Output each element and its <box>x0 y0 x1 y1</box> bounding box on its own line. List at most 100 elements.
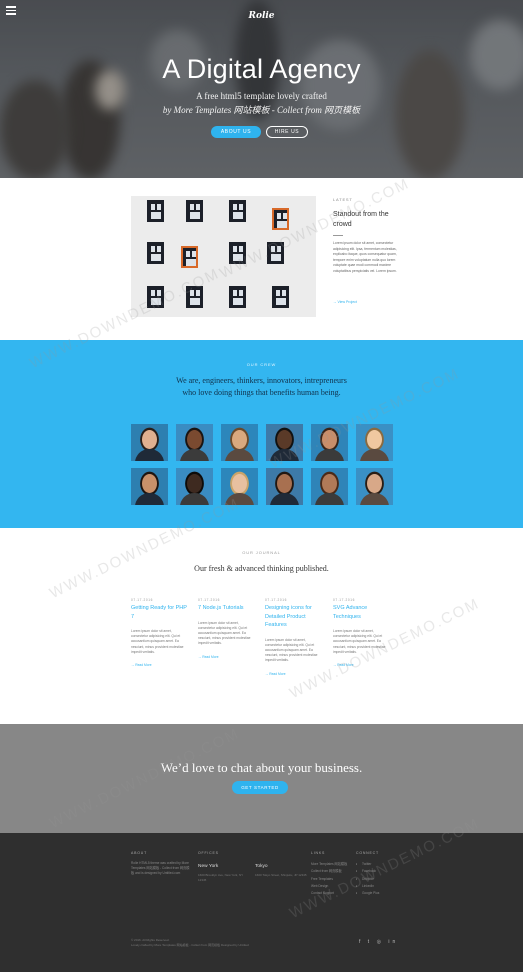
portrait-shoulders-shape <box>135 449 164 461</box>
post-title[interactable]: Designing icons for Detailed Product Fea… <box>265 604 323 630</box>
copyright-line: Lovely crafted by More Templates 网站模板 - … <box>131 943 249 947</box>
contact-band: We’d love to chat about your business. G… <box>0 724 523 833</box>
portrait-face-shape <box>187 474 202 493</box>
footer-offices-2: Tokyo 1600 Tokyo Street, Shinjuku, JP 12… <box>255 851 307 878</box>
footer-link[interactable]: More Templates 网站模板 <box>311 861 351 868</box>
read-more-link[interactable]: → Read More <box>131 663 189 667</box>
read-more-link[interactable]: → Read More <box>198 655 256 659</box>
portrait-face-shape <box>367 430 382 449</box>
crew-member-photo <box>131 424 168 461</box>
post-title[interactable]: Getting Ready for PHP 7 <box>131 604 189 621</box>
portrait-shoulders-shape <box>315 449 344 461</box>
social-label: Facebook <box>362 869 376 874</box>
hero-overlay <box>0 0 523 178</box>
post-date: 07.17.2016 <box>333 598 355 602</box>
site-logo[interactable]: Rolie <box>0 11 523 21</box>
window-shape <box>229 242 246 264</box>
latest-kicker: LATEST <box>333 197 353 202</box>
footer-link[interactable]: Collect from 网页模板 <box>311 868 351 875</box>
window-shape <box>147 242 164 264</box>
hero-subtitle: A free html5 template lovely crafted <box>196 91 327 101</box>
portrait-shoulders-shape <box>180 449 209 461</box>
building-facade-image <box>131 196 316 317</box>
portrait-shoulders-shape <box>315 493 344 505</box>
post-date: 07.17.2016 <box>198 598 220 602</box>
facebook-icon[interactable]: f <box>359 939 363 945</box>
footer-about-text: Rolie HTML5 theme was crafted by More Te… <box>131 861 190 875</box>
portrait-shoulders-shape <box>135 493 164 505</box>
crew-member-photo <box>176 468 213 505</box>
footer-link[interactable]: Free Templates <box>311 876 351 883</box>
site-footer: ABOUT Rolie HTML5 theme was crafted by M… <box>0 833 523 972</box>
footer-link[interactable]: Contact Support <box>311 890 351 897</box>
footer-social-list: ▪ Twitter ▪ Facebook ▪ Dribbble ▪ LinkedIn ▪… <box>356 861 396 897</box>
footer-heading: CONNECT <box>356 851 379 855</box>
window-shape <box>267 242 284 264</box>
footer-heading: LINKS <box>311 851 326 855</box>
footer-link[interactable]: Web Design <box>311 883 351 890</box>
latest-body: Lorem ipsum dolor sit amet, consectetur … <box>333 241 397 273</box>
social-link[interactable]: ▪ LinkedIn <box>356 883 396 890</box>
social-link[interactable]: ▪ Dribbble <box>356 876 396 883</box>
copyright: © 2016. All Rights Reserved. Lovely craf… <box>131 938 249 948</box>
crew-member-photo <box>266 424 303 461</box>
post-date: 07.17.2016 <box>265 598 287 602</box>
hire-us-button[interactable]: HIRE US <box>266 126 308 138</box>
window-shape <box>272 208 289 230</box>
portrait-face-shape <box>142 474 157 493</box>
window-shape <box>229 200 246 222</box>
post-title[interactable]: SVG Advance Techniques <box>333 604 391 621</box>
journal-post: 07.17.2016 7 Node.js Tutorials Lorem ips… <box>198 598 256 659</box>
window-shape <box>229 286 246 308</box>
crew-member-photo <box>356 468 393 505</box>
social-label: Twitter <box>362 862 372 866</box>
crew-member-photo <box>266 468 303 505</box>
view-project-link[interactable]: → View Project <box>333 300 357 304</box>
linkedin-icon[interactable]: in <box>388 939 398 945</box>
crew-line: who love doing things that benefits huma… <box>182 388 341 397</box>
portrait-face-shape <box>187 430 202 449</box>
crew-line: We are, engineers, thinkers, innovators,… <box>176 376 347 385</box>
instagram-icon[interactable]: ◎ <box>377 939 384 945</box>
portrait-shoulders-shape <box>180 493 209 505</box>
social-link[interactable]: ▪ Twitter <box>356 861 396 868</box>
read-more-link[interactable]: → Read More <box>333 663 391 667</box>
portrait-face-shape <box>232 474 247 493</box>
divider <box>333 235 343 236</box>
office-address: 1600 Brooklyn Ave, New York, NY 12345 <box>198 873 244 882</box>
portrait-face-shape <box>142 430 157 449</box>
window-shape <box>186 200 203 222</box>
get-started-button[interactable]: GET STARTED <box>232 781 288 794</box>
journal-post: 07.17.2016 SVG Advance Techniques Lorem … <box>333 598 391 667</box>
journal-title: Our fresh & advanced thinking published. <box>194 564 329 573</box>
social-link[interactable]: ▪ Facebook <box>356 868 396 875</box>
portrait-shoulders-shape <box>360 449 389 461</box>
crew-member-photo <box>176 424 213 461</box>
window-shape <box>272 286 289 308</box>
hero-section: Rolie A Digital Agency A free html5 temp… <box>0 0 523 178</box>
journal-kicker: OUR JOURNAL <box>242 550 281 555</box>
journal-post: 07.17.2016 Designing icons for Detailed … <box>265 598 323 676</box>
crew-member-photo <box>311 424 348 461</box>
portrait-shoulders-shape <box>270 493 299 505</box>
portrait-face-shape <box>322 430 337 449</box>
about-us-button[interactable]: ABOUT US <box>211 126 261 138</box>
read-more-link[interactable]: → Read More <box>265 672 323 676</box>
hero-subtitle-credit: by More Templates 网站模板 - Collect from 网页… <box>162 105 361 115</box>
crew-member-photo <box>131 468 168 505</box>
office-address: 1600 Tokyo Street, Shinjuku, JP 12345 <box>255 873 307 877</box>
portrait-face-shape <box>322 474 337 493</box>
portrait-face-shape <box>277 430 292 449</box>
hero-title: A Digital Agency <box>162 54 361 84</box>
footer-connect: CONNECT ▪ Twitter ▪ Facebook ▪ Dribbble ▪ Li… <box>356 851 396 897</box>
footer-link-list: More Templates 网站模板 Collect from 网页模板 Fr… <box>311 861 351 897</box>
twitter-icon[interactable]: t <box>368 939 372 945</box>
post-excerpt: Lorem ipsum dolor sit amet, consectetur … <box>265 637 318 663</box>
post-excerpt: Lorem ipsum dolor sit amet, consectetur … <box>198 620 251 646</box>
window-shape <box>147 200 164 222</box>
post-title[interactable]: 7 Node.js Tutorials <box>198 604 256 613</box>
social-link[interactable]: ▪ Google Plus <box>356 890 396 897</box>
office-city: Tokyo <box>255 864 268 869</box>
portrait-shoulders-shape <box>270 449 299 461</box>
crew-member-photo <box>221 424 258 461</box>
